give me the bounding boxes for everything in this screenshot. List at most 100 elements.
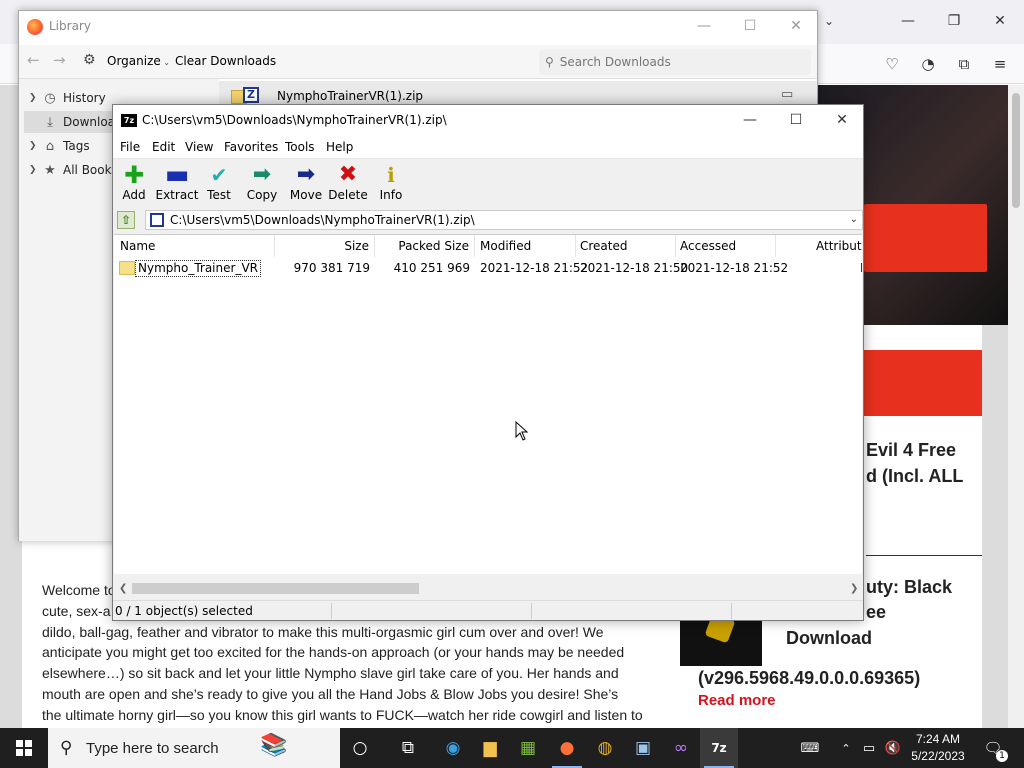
side-post-version[interactable]: (v296.5968.49.0.0.0.69365) (698, 668, 920, 689)
column-header-modified[interactable]: Modified (480, 235, 576, 257)
start-button[interactable] (0, 728, 48, 768)
clock-time: 7:24 AM (915, 732, 961, 746)
clock-date: 5/22/2023 (911, 749, 965, 763)
side-post-title-line[interactable]: d (Incl. ALL (866, 466, 963, 487)
info-button[interactable]: ℹ Info (367, 163, 415, 205)
maximize-icon[interactable]: ☐ (727, 11, 773, 41)
menu-view[interactable]: View (185, 140, 213, 154)
file-name-cell[interactable]: Nympho_Trainer_VR (135, 260, 261, 277)
column-header-attributes[interactable]: Attributes (816, 235, 862, 257)
expand-arrow-icon[interactable]: ❯ (29, 141, 41, 151)
move-button[interactable]: ➡ Move (282, 163, 330, 205)
edge-icon[interactable]: ◉ (434, 728, 472, 768)
side-post-title-line[interactable]: Download (786, 628, 872, 649)
app-window-icon[interactable]: ▣ (624, 728, 662, 768)
minimize-icon[interactable]: — (727, 105, 773, 135)
side-post-title-line[interactable]: uty: Black (866, 577, 952, 598)
column-header-accessed[interactable]: Accessed (680, 235, 776, 257)
file-list[interactable]: Name Size Packed Size Modified Created A… (114, 234, 862, 574)
horizontal-scrollbar[interactable]: ❮ ❯ (114, 580, 862, 597)
clear-downloads-button[interactable]: Clear Downloads (175, 54, 276, 68)
gear-icon: ⚙ (83, 52, 96, 68)
restore-icon[interactable]: ❐ (931, 6, 977, 36)
test-button[interactable]: ✔ Test (195, 163, 243, 205)
menu-help[interactable]: Help (326, 140, 353, 154)
minimize-icon[interactable]: — (885, 6, 931, 36)
extract-button[interactable]: ▬ Extract (153, 162, 201, 205)
article-line: anticipate you might get too excited for… (42, 644, 625, 661)
firefox-icon[interactable]: ● (548, 728, 586, 768)
side-post-title-line[interactable]: Evil 4 Free (866, 440, 956, 461)
menu-favorites[interactable]: Favorites (224, 140, 278, 154)
notification-icon[interactable]: 🗨 (978, 728, 1008, 768)
copy-button[interactable]: ➡ Copy (238, 163, 286, 205)
extensions-icon[interactable]: ⧉ (952, 52, 976, 76)
organize-button[interactable]: Organize ⌄ (107, 54, 170, 68)
add-button[interactable]: ✚ Add (110, 163, 158, 205)
extension-timer-icon[interactable]: ◔ (916, 52, 940, 76)
close-icon[interactable]: ✕ (977, 6, 1023, 36)
expand-arrow-icon[interactable]: ❯ (29, 165, 41, 175)
column-header-created[interactable]: Created (580, 235, 676, 257)
close-icon[interactable]: ✕ (819, 105, 865, 135)
red-download-button[interactable] (864, 350, 982, 416)
scrollbar-thumb[interactable] (1012, 93, 1020, 208)
sidebar-item-tags[interactable]: ❯ ⌂ Tags (29, 135, 90, 157)
volume-muted-icon[interactable]: 🔇 (882, 728, 904, 768)
clock[interactable]: 7:24 AM 5/22/2023 (910, 731, 966, 765)
accessed-cell: 2021-12-18 21:52 (680, 261, 789, 275)
side-post-title-line[interactable]: ee (866, 602, 886, 623)
download-banner-button[interactable] (864, 204, 987, 272)
open-folder-icon[interactable]: ▭ (781, 87, 793, 102)
forward-arrow-icon[interactable]: → (53, 51, 66, 69)
firefox-logo-icon (27, 19, 43, 35)
minimize-icon[interactable]: — (681, 11, 727, 41)
delete-button[interactable]: ✖ Delete (324, 163, 372, 205)
chevron-down-icon: ⌄ (160, 58, 171, 67)
chrome-icon[interactable]: ◍ (586, 728, 624, 768)
tool-label: Extract (155, 188, 199, 202)
notification-count-badge: 1 (996, 750, 1008, 762)
task-view-icon[interactable]: ⧉ (389, 728, 427, 768)
read-more-link[interactable]: Read more (698, 692, 776, 709)
vr-app-icon[interactable]: ∞ (662, 728, 700, 768)
column-header-size[interactable]: Size (276, 235, 375, 257)
7zip-taskbar-icon[interactable]: 7z (700, 728, 738, 768)
close-icon[interactable]: ✕ (773, 11, 819, 41)
taskbar-search-box[interactable]: ⚲ Type here to search 📚 (48, 728, 340, 768)
microsoft-store-icon[interactable]: ▦ (509, 728, 547, 768)
sidebar-item-history[interactable]: ❯ ◷ History (29, 87, 106, 109)
tag-icon: ⌂ (45, 138, 55, 154)
back-arrow-icon[interactable]: ← (27, 51, 40, 69)
folder-up-icon[interactable]: ⇧ (117, 211, 135, 229)
menu-icon[interactable]: ≡ (988, 52, 1012, 76)
tool-label: Add (122, 188, 146, 202)
scrollbar-thumb[interactable] (132, 583, 419, 594)
tool-label: Test (207, 188, 231, 202)
network-icon[interactable]: ▭ (858, 728, 880, 768)
search-placeholder: Search Downloads (559, 55, 671, 69)
menu-tools[interactable]: Tools (285, 140, 315, 154)
scroll-right-icon[interactable]: ❯ (850, 580, 858, 597)
scroll-left-icon[interactable]: ❮ (119, 580, 127, 597)
search-downloads-input[interactable]: ⚲ Search Downloads (539, 49, 811, 75)
mouse-cursor-icon (515, 421, 529, 441)
expand-arrow-icon[interactable]: ❯ (29, 93, 41, 103)
zip-file-icon (150, 213, 164, 227)
7zip-titlebar: 7z C:\Users\vm5\Downloads\NymphoTrainerV… (113, 105, 863, 137)
maximize-icon[interactable]: ☐ (773, 105, 819, 135)
column-header-packed-size[interactable]: Packed Size (376, 235, 475, 257)
address-input[interactable]: C:\Users\vm5\Downloads\NymphoTrainerVR(1… (145, 210, 863, 230)
chevron-down-icon[interactable]: ⌄ (850, 211, 858, 229)
keyboard-icon[interactable]: ⌨ (795, 728, 825, 768)
column-header-name[interactable]: Name (120, 235, 275, 257)
article-line: mouth are open and she’s ready to give y… (42, 685, 619, 702)
cortana-icon[interactable]: ○ (341, 728, 379, 768)
menu-edit[interactable]: Edit (152, 140, 175, 154)
pocket-icon[interactable]: ♡ (880, 52, 904, 76)
chevron-up-icon[interactable]: ⌃ (836, 728, 856, 768)
window-title: C:\Users\vm5\Downloads\NymphoTrainerVR(1… (142, 113, 447, 127)
page-scrollbar[interactable] (1008, 85, 1024, 728)
file-explorer-icon[interactable]: ▆ (471, 728, 509, 768)
menu-file[interactable]: File (120, 140, 140, 154)
